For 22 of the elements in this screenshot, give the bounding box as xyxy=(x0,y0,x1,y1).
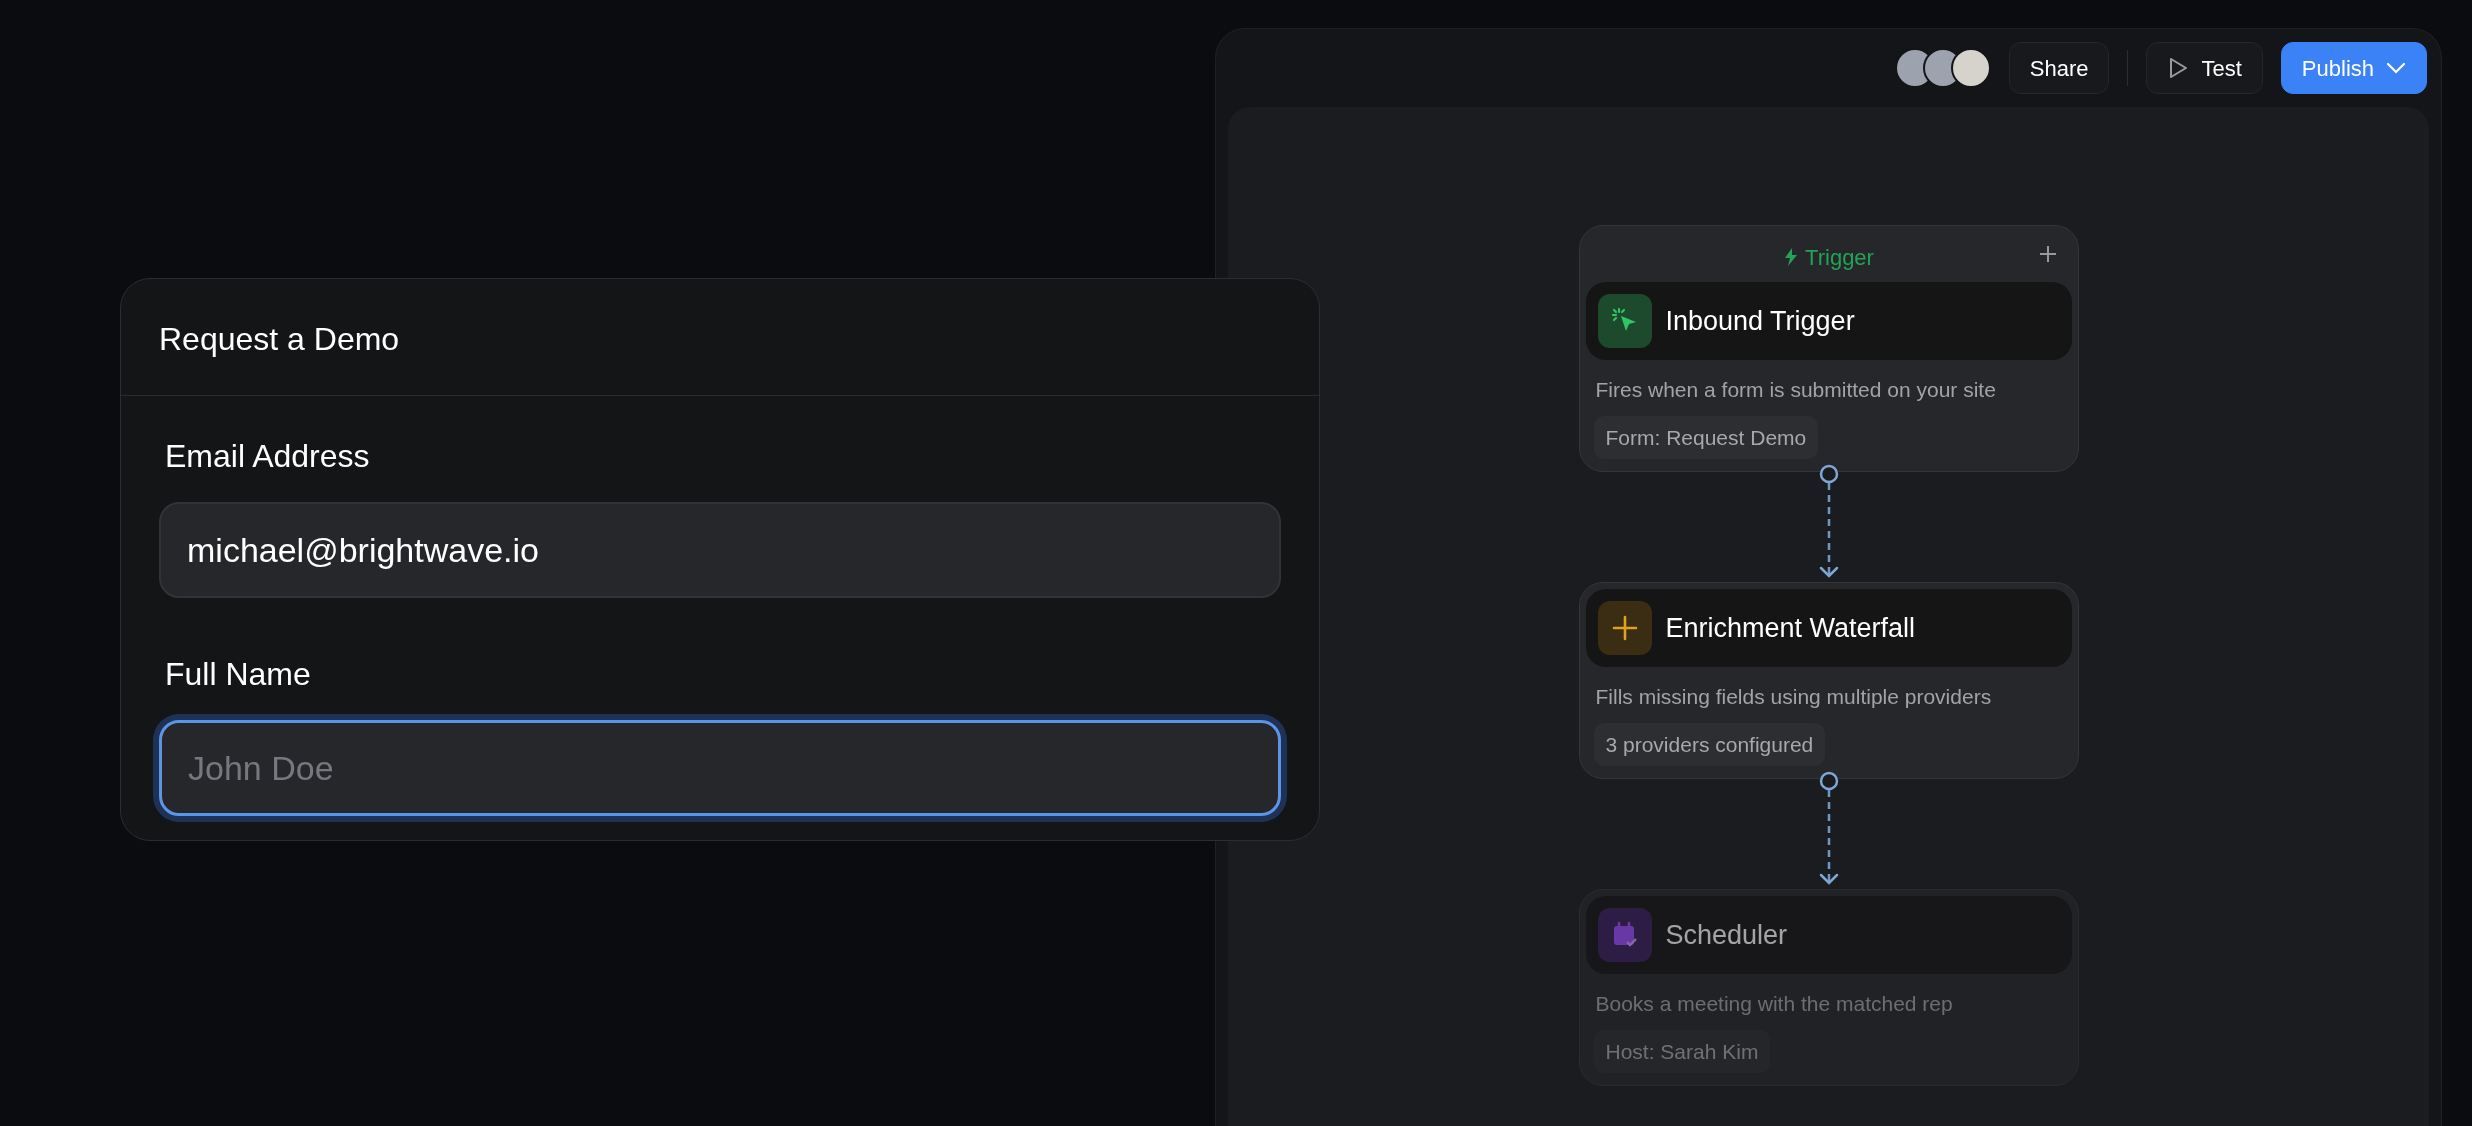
form-title: Request a Demo xyxy=(121,279,1319,396)
node-title: Inbound Trigger xyxy=(1665,304,1855,338)
field-label: Full Name xyxy=(165,655,312,694)
section-label: Trigger xyxy=(1805,243,1874,272)
chevron-down-icon xyxy=(2386,62,2406,74)
node-title: Scheduler xyxy=(1665,918,1788,952)
input-field[interactable]: michael@brightwave.io xyxy=(159,502,1281,598)
node-title: Enrichment Waterfall xyxy=(1665,611,1916,645)
node-tag: Host: Sarah Kim xyxy=(1593,1029,1771,1073)
input-field[interactable]: John Doe xyxy=(159,720,1281,816)
node-description: Fills missing fields using multiple providers xyxy=(1594,684,1993,710)
plus-icon xyxy=(2037,244,2058,264)
node-description: Fires when a form is submitted on your site xyxy=(1594,377,1997,403)
play-icon xyxy=(2167,56,2190,80)
publish-button[interactable]: Publish xyxy=(2280,42,2427,94)
share-button[interactable]: Share xyxy=(2008,42,2110,94)
test-button[interactable]: Test xyxy=(2146,42,2263,94)
field-label: Email Address xyxy=(165,437,371,476)
node-description: Books a meeting with the matched rep xyxy=(1594,991,1954,1017)
node-tag: Form: Request Demo xyxy=(1593,415,1819,459)
bolt-icon xyxy=(1783,247,1800,267)
node-tag: 3 providers configured xyxy=(1593,722,1826,766)
